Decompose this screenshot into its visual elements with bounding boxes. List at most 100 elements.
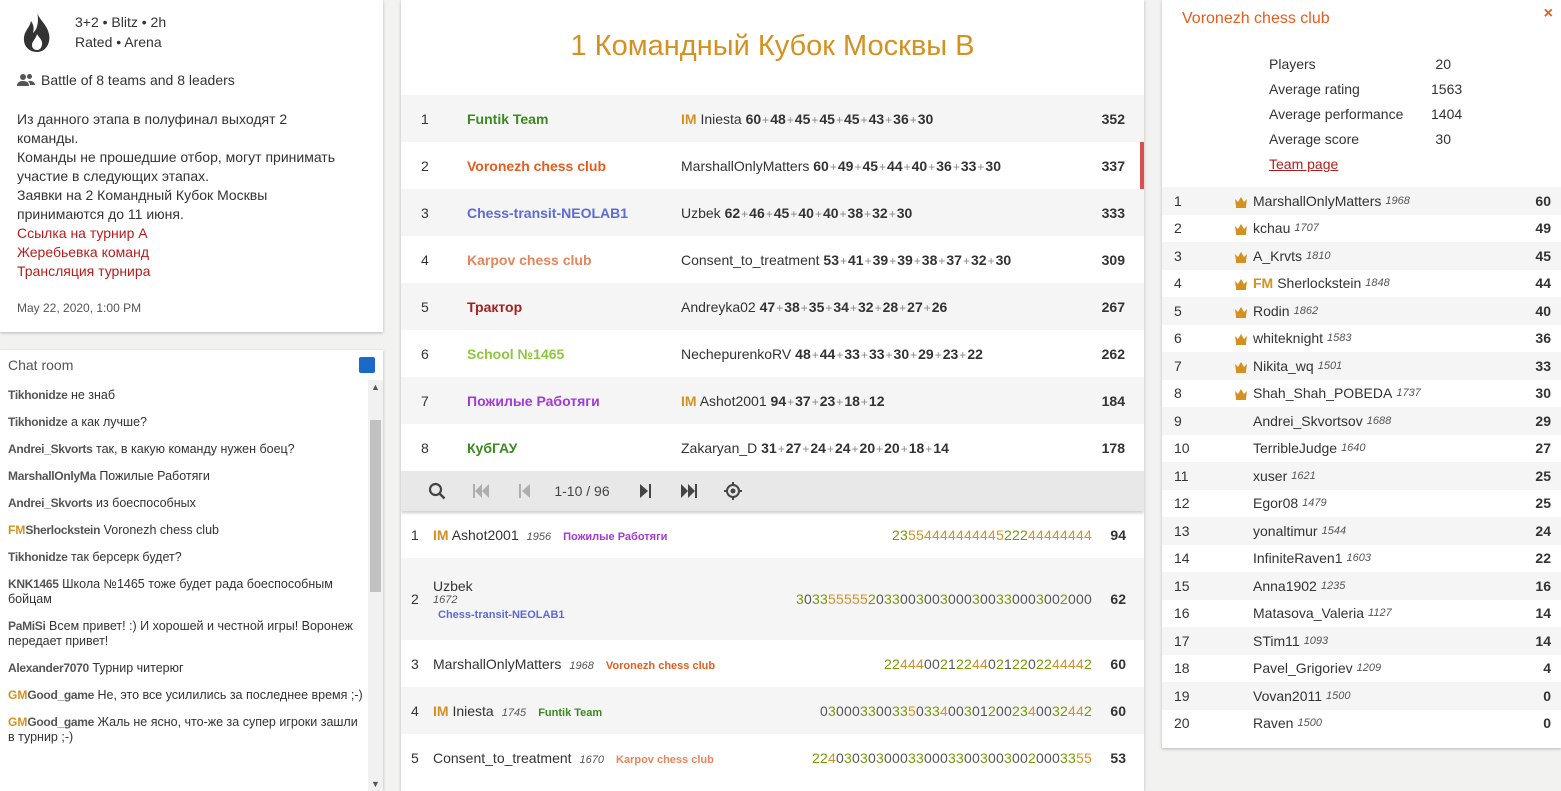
player-row[interactable]: 1 IM Ashot2001 1956 Пожилые Работяги 2355444…	[401, 511, 1144, 558]
team-leader-name[interactable]: NechepurenkoRV	[681, 346, 791, 362]
team-row[interactable]: 8 КубГАУ Zakaryan_D 31+27+24+24+20+20+18+1…	[401, 424, 1144, 471]
member-row[interactable]: 13 yonaltimur 1544 24	[1162, 517, 1561, 545]
player-row[interactable]: 3 MarshallOnlyMatters 1968 Voronezh chess c…	[401, 640, 1144, 687]
team-name[interactable]: Chess-transit-NEOLAB1	[467, 205, 681, 221]
link-tournament-a[interactable]: Ссылка на турнир А	[17, 224, 366, 243]
close-icon[interactable]: ×	[1544, 5, 1553, 23]
chat-toggle[interactable]	[359, 357, 375, 373]
member-name[interactable]: InfiniteRaven1	[1253, 550, 1343, 566]
player-name[interactable]: Consent_to_treatment	[433, 750, 572, 766]
player-row[interactable]: 2 Uzbek 1672 Chess-transit-NEOLAB1 303355555…	[401, 558, 1144, 640]
player-name[interactable]: Ashot2001	[452, 527, 519, 543]
player-row[interactable]: 5 Consent_to_treatment 1670 Karpov chess cl…	[401, 734, 1144, 781]
member-row[interactable]: 12 Egor08 1479 25	[1162, 490, 1561, 518]
chat-username[interactable]: Good_game	[27, 688, 94, 702]
player-team[interactable]: Voronezh chess club	[606, 660, 715, 672]
member-row[interactable]: 1 MarshallOnlyMatters 1968 60	[1162, 187, 1561, 215]
chat-username[interactable]: Sherlockstein	[25, 523, 100, 537]
team-leader-name[interactable]: Consent_to_treatment	[681, 252, 820, 268]
member-name[interactable]: Vovan2011	[1253, 688, 1322, 704]
team-leader-name[interactable]: MarshallOnlyMatters	[681, 158, 809, 174]
member-name[interactable]: whiteknight	[1253, 330, 1323, 346]
player-team[interactable]: Funtik Team	[538, 707, 602, 719]
prev-page-button[interactable]	[503, 471, 547, 511]
chat-username[interactable]: Alexander7070	[8, 661, 89, 675]
member-row[interactable]: 10 TerribleJudge 1640 27	[1162, 435, 1561, 463]
team-name[interactable]: Funtik Team	[467, 111, 681, 127]
player-team[interactable]: Chess-transit-NEOLAB1	[438, 609, 796, 621]
chat-username[interactable]: Andrei_Skvorts	[8, 496, 93, 510]
team-name[interactable]: Voronezh chess club	[467, 158, 681, 174]
chat-username[interactable]: PaMiSi	[8, 619, 46, 633]
member-row[interactable]: 11 xuser 1621 25	[1162, 462, 1561, 490]
member-row[interactable]: 4 FM Sherlockstein 1848 44	[1162, 270, 1561, 298]
member-name[interactable]: TerribleJudge	[1253, 440, 1337, 456]
member-name[interactable]: MarshallOnlyMatters	[1253, 193, 1381, 209]
member-row[interactable]: 15 Anna1902 1235 16	[1162, 572, 1561, 600]
member-name[interactable]: A_Krvts	[1253, 248, 1302, 264]
member-row[interactable]: 17 STim11 1093 14	[1162, 627, 1561, 655]
member-name[interactable]: Andrei_Skvortsov	[1253, 413, 1363, 429]
team-row[interactable]: 1 Funtik Team IM Iniesta 60+48+45+45+45+43…	[401, 95, 1144, 142]
team-leader-name[interactable]: Uzbek	[681, 205, 721, 221]
member-name[interactable]: yonaltimur	[1253, 523, 1318, 539]
team-row[interactable]: 7 Пожилые Работяги IM Ashot2001 94+37+23+1…	[401, 377, 1144, 424]
team-row[interactable]: 4 Karpov chess club Consent_to_treatment 5…	[401, 236, 1144, 283]
member-name[interactable]: STim11	[1253, 633, 1300, 649]
chat-username[interactable]: Good_game	[27, 715, 94, 729]
member-name[interactable]: xuser	[1253, 468, 1287, 484]
member-name[interactable]: Nikita_wq	[1253, 358, 1314, 374]
member-row[interactable]: 2 kchau 1707 49	[1162, 215, 1561, 243]
member-name[interactable]: kchau	[1253, 220, 1290, 236]
chat-username[interactable]: Tikhonidze	[8, 550, 68, 564]
player-team[interactable]: Пожилые Работяги	[563, 531, 667, 543]
player-name[interactable]: MarshallOnlyMatters	[433, 656, 561, 672]
member-name[interactable]: Matasova_Valeria	[1253, 605, 1364, 621]
next-page-button[interactable]	[623, 471, 667, 511]
team-page-link[interactable]: Team page	[1269, 156, 1338, 172]
member-name[interactable]: Anna1902	[1253, 578, 1317, 594]
team-leader-name[interactable]: Zakaryan_D	[681, 440, 757, 456]
member-name[interactable]: Pavel_Grigoriev	[1253, 660, 1353, 676]
member-row[interactable]: 19 Vovan2011 1500 0	[1162, 682, 1561, 710]
member-row[interactable]: 3 A_Krvts 1810 45	[1162, 242, 1561, 270]
team-row[interactable]: 3 Chess-transit-NEOLAB1 Uzbek 62+46+45+40+…	[401, 189, 1144, 236]
team-row[interactable]: 2 Voronezh chess club MarshallOnlyMatters …	[401, 142, 1144, 189]
player-row[interactable]: 4 IM Iniesta 1745 Funtik Team 03000330033503…	[401, 687, 1144, 734]
member-row[interactable]: 6 whiteknight 1583 36	[1162, 325, 1561, 353]
chat-scrollbar[interactable]: ▲ ▼	[368, 380, 383, 791]
player-name[interactable]: Iniesta	[452, 703, 493, 719]
member-row[interactable]: 5 Rodin 1862 40	[1162, 297, 1561, 325]
search-button[interactable]	[415, 471, 459, 511]
member-name[interactable]: Shah_Shah_POBEDA	[1253, 385, 1392, 401]
scrollbar-thumb[interactable]	[370, 420, 381, 592]
player-name[interactable]: Uzbek	[433, 578, 796, 594]
link-broadcast[interactable]: Трансляция турнира	[17, 262, 366, 281]
member-row[interactable]: 16 Matasova_Valeria 1127 14	[1162, 600, 1561, 628]
team-name[interactable]: КубГАУ	[467, 440, 681, 456]
team-name[interactable]: Пожилые Работяги	[467, 393, 681, 409]
chat-username[interactable]: Andrei_Skvorts	[8, 442, 93, 456]
member-row[interactable]: 20 Raven 1500 0	[1162, 710, 1561, 738]
team-leader-name[interactable]: Andreyka02	[681, 299, 756, 315]
chat-username[interactable]: MarshallOnlyMa	[8, 469, 96, 483]
member-name[interactable]: Rodin	[1253, 303, 1290, 319]
member-name[interactable]: Egor08	[1253, 495, 1298, 511]
scroll-down-icon[interactable]: ▼	[368, 777, 383, 791]
member-row[interactable]: 18 Pavel_Grigoriev 1209 4	[1162, 655, 1561, 683]
member-name[interactable]: Sherlockstein	[1277, 275, 1361, 291]
team-name[interactable]: Karpov chess club	[467, 252, 681, 268]
team-name[interactable]: School №1465	[467, 346, 681, 362]
first-page-button[interactable]	[459, 471, 503, 511]
member-name[interactable]: Raven	[1253, 715, 1293, 731]
member-row[interactable]: 7 Nikita_wq 1501 33	[1162, 352, 1561, 380]
scroll-up-icon[interactable]: ▲	[368, 380, 383, 394]
link-team-draw[interactable]: Жеребьевка команд	[17, 243, 366, 262]
last-page-button[interactable]	[667, 471, 711, 511]
team-leader-name[interactable]: Ashot2001	[700, 393, 767, 409]
player-team[interactable]: Karpov chess club	[616, 754, 714, 766]
chat-username[interactable]: Tikhonidze	[8, 388, 68, 402]
my-position-button[interactable]	[711, 471, 755, 511]
member-row[interactable]: 14 InfiniteRaven1 1603 22	[1162, 545, 1561, 573]
team-row[interactable]: 6 School №1465 NechepurenkoRV 48+44+33+33+…	[401, 330, 1144, 377]
